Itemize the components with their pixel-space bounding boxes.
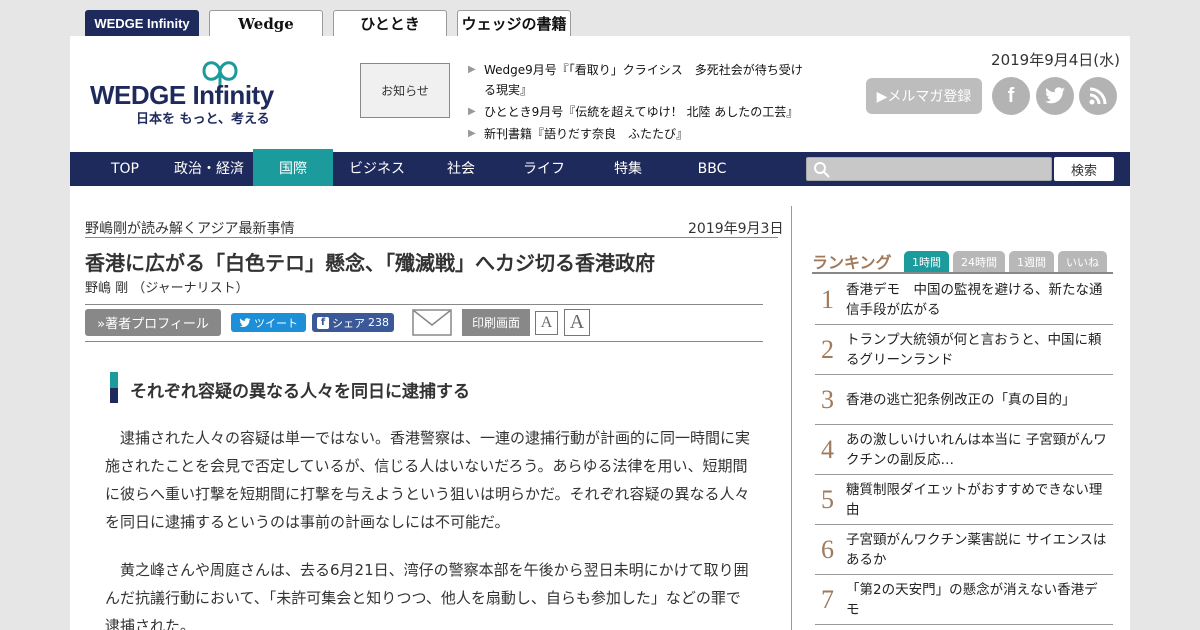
notice-item-text: Wedge9月号『「看取り」クライシス 多死社会が待ち受ける現実』 <box>484 63 803 97</box>
article-author: 野嶋 剛 （ジャーナリスト） <box>85 281 249 296</box>
ranking-item[interactable]: 3 香港の逃亡犯条例改正の「真の目的」 <box>815 375 1113 425</box>
ranking-text: 糖質制限ダイエットがおすすめできない理由 <box>846 481 1103 518</box>
ranking-number: 1 <box>821 284 834 314</box>
font-large-button[interactable]: A <box>564 309 590 336</box>
notice-item[interactable]: ▶ 新刊書籍『語りだす奈良 ふたたび』 <box>468 124 813 144</box>
nav-item-bbc[interactable]: BBC <box>674 152 750 186</box>
nav-item-business[interactable]: ビジネス <box>338 152 416 186</box>
subheading-marker <box>110 372 118 403</box>
site-tab-wedge-infinity[interactable]: WEDGE Infinity <box>85 10 199 36</box>
ranking-number: 2 <box>821 334 834 364</box>
logo-text: WEDGE Infinity <box>90 80 274 110</box>
nav-item-international[interactable]: 国際 <box>253 149 333 186</box>
notice-label[interactable]: お知らせ <box>360 63 450 118</box>
article-title: 香港に広がる「白色テロ」懸念、「殲滅戦」へカジ切る香港政府 <box>85 251 655 275</box>
ranking-text: 香港デモ 中国の監視を避ける、新たな通信手段が広がる <box>846 281 1103 318</box>
ranking-text: トランプ大統領が何と言おうと、中国に頼るグリーンランド <box>846 331 1102 368</box>
facebook-share-button[interactable]: f シェア 238 <box>312 313 394 332</box>
font-small-button[interactable]: A <box>535 311 558 335</box>
twitter-icon <box>239 317 251 327</box>
play-arrow-icon: ▶ <box>468 106 476 117</box>
notice-item-text: 新刊書籍『語りだす奈良 ふたたび』 <box>484 127 689 141</box>
global-nav: TOP 政治・経済 国際 ビジネス 社会 ライフ 特集 BBC 検索 <box>70 149 1130 186</box>
twitter-icon[interactable] <box>1036 77 1074 115</box>
ranking-number: 6 <box>821 534 834 564</box>
ranking-tab-likes[interactable]: いいね <box>1058 251 1107 273</box>
ranking-number: 4 <box>821 434 834 464</box>
series-title[interactable]: 野嶋剛が読み解くアジア最新事情 <box>85 218 294 238</box>
ranking-text: 香港の逃亡犯条例改正の「真の目的」 <box>846 391 1076 408</box>
ranking-text: 「第2の天安門」の懸念が消えない香港デモ <box>846 581 1098 618</box>
ranking-tab-1h[interactable]: 1時間 <box>904 251 949 273</box>
main-content: 野嶋剛が読み解くアジア最新事情 2019年9月3日 香港に広がる「白色テロ」懸念… <box>70 186 1130 630</box>
site-tab-books[interactable]: ウェッジの書籍 <box>457 10 571 36</box>
author-profile-button[interactable]: »著者プロフィール <box>85 309 221 336</box>
site-logo[interactable]: WEDGE Infinity 日本を もっと、考える <box>90 54 320 127</box>
ranking-number: 5 <box>821 484 834 514</box>
column-divider <box>791 206 792 630</box>
ranking-title: ランキング <box>812 253 892 272</box>
ranking-item[interactable]: 2 トランプ大統領が何と言おうと、中国に頼るグリーンランド <box>815 325 1113 375</box>
ranking-item[interactable]: 1 香港デモ 中国の監視を避ける、新たな通信手段が広がる <box>815 275 1113 325</box>
divider <box>85 341 763 342</box>
notice-item-text: ひととき9月号『伝統を超えてゆけ！ 北陸 あしたの工芸』 <box>484 105 799 119</box>
search-icon <box>814 162 830 178</box>
article-date: 2019年9月3日 <box>688 221 784 237</box>
share-count: 238 <box>368 316 389 329</box>
ranking-number: 7 <box>821 584 834 614</box>
nav-item-politics[interactable]: 政治・経済 <box>168 152 250 186</box>
divider <box>85 304 763 305</box>
ranking-tabs: 1時間 24時間 1週間 いいね <box>904 251 1107 273</box>
tweet-label: ツイート <box>254 316 298 330</box>
mail-icon[interactable] <box>412 309 452 336</box>
notice-item[interactable]: ▶ ひととき9月号『伝統を超えてゆけ！ 北陸 あしたの工芸』 <box>468 102 813 122</box>
ranking-item[interactable]: 4 あの激しいけいれんは本当に 子宮頸がんワクチンの副反応… <box>815 425 1113 475</box>
share-label: シェア <box>332 316 365 330</box>
search-button[interactable]: 検索 <box>1054 157 1114 181</box>
nav-item-society[interactable]: 社会 <box>422 152 500 186</box>
site-tab-wedge[interactable]: Wedge <box>209 10 323 36</box>
nav-item-top[interactable]: TOP <box>90 152 160 186</box>
mailmag-button[interactable]: ▶メルマガ登録 <box>866 78 982 114</box>
print-button[interactable]: 印刷画面 <box>462 309 530 336</box>
search-input[interactable] <box>806 157 1052 181</box>
logo-tagline: 日本を もっと、考える <box>136 112 270 127</box>
ranking-text: 子宮頸がんワクチン薬害説に サイエンスはあるか <box>846 531 1107 568</box>
ranking-item[interactable]: 7 「第2の天安門」の懸念が消えない香港デモ <box>815 575 1113 625</box>
article-subheading: それぞれ容疑の異なる人々を同日に逮捕する <box>130 382 470 402</box>
article-paragraph: 逮捕された人々の容疑は単一ではない。香港警察は、一連の逮捕行動が計画的に同一時間… <box>105 429 751 531</box>
tweet-button[interactable]: ツイート <box>231 313 306 332</box>
play-arrow-icon: ▶ <box>468 64 476 75</box>
nav-item-life[interactable]: ライフ <box>506 152 582 186</box>
header-date: 2019年9月4日(水) <box>991 51 1120 69</box>
play-arrow-icon: ▶ <box>468 128 476 139</box>
article-paragraph: 黄之峰さんや周庭さんは、去る6月21日、湾仔の警察本部を午後から翌日未明にかけて… <box>105 561 749 630</box>
ranking-tab-24h[interactable]: 24時間 <box>953 251 1005 273</box>
ranking-item[interactable]: 5 糖質制限ダイエットがおすすめできない理由 <box>815 475 1113 525</box>
site-tabs: WEDGE Infinity Wedge ひととき ウェッジの書籍 <box>85 10 571 36</box>
divider <box>85 237 778 238</box>
ranking-item[interactable]: 6 子宮頸がんワクチン薬害説に サイエンスはあるか <box>815 525 1113 575</box>
ranking-tab-1w[interactable]: 1週間 <box>1009 251 1054 273</box>
rss-icon[interactable] <box>1079 77 1117 115</box>
ranking-text: あの激しいけいれんは本当に 子宮頸がんワクチンの副反応… <box>846 431 1107 468</box>
header: WEDGE Infinity 日本を もっと、考える お知らせ ▶ Wedge9月… <box>70 36 1130 152</box>
notice-list: ▶ Wedge9月号『「看取り」クライシス 多死社会が待ち受ける現実』 ▶ ひととき… <box>468 60 813 146</box>
ranking-number: 3 <box>821 384 834 414</box>
site-tab-hitotoki[interactable]: ひととき <box>333 10 447 36</box>
notice-item[interactable]: ▶ Wedge9月号『「看取り」クライシス 多死社会が待ち受ける現実』 <box>468 60 813 100</box>
nav-item-feature[interactable]: 特集 <box>590 152 666 186</box>
facebook-icon[interactable]: f <box>992 77 1030 115</box>
facebook-icon: f <box>317 316 329 329</box>
divider <box>812 272 1113 274</box>
